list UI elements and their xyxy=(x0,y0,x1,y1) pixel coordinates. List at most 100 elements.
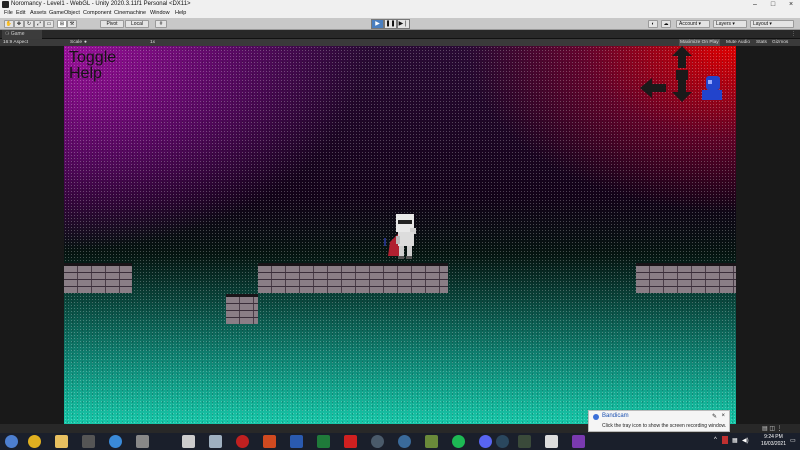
account-dropdown[interactable]: Account ▾ xyxy=(676,20,710,28)
pivot-toggle[interactable]: Pivot xyxy=(100,20,124,28)
maximize-button[interactable]: □ xyxy=(764,0,782,9)
controller-app-icon[interactable] xyxy=(82,435,95,448)
stats-toggle[interactable]: Stats xyxy=(756,39,767,46)
menu-help[interactable]: Help xyxy=(175,9,186,18)
game-tab-icon: ⚆ xyxy=(5,31,10,37)
rect-icon: ▭ xyxy=(46,21,52,27)
local-toggle[interactable]: Local xyxy=(125,20,149,28)
spotify-icon[interactable] xyxy=(452,435,465,448)
recorder-app-icon[interactable] xyxy=(236,435,249,448)
network-app-icon[interactable] xyxy=(109,435,122,448)
move-tool-button[interactable]: ✥ xyxy=(14,20,24,28)
chat-app-icon[interactable] xyxy=(182,435,195,448)
powerpoint-icon[interactable] xyxy=(263,435,276,448)
terminal-app-icon[interactable] xyxy=(518,435,531,448)
scale-tool-button[interactable]: ⤢ xyxy=(34,20,44,28)
menu-file[interactable]: File xyxy=(4,9,13,18)
pen-app-icon[interactable] xyxy=(136,435,149,448)
arrow-left-icon xyxy=(640,78,666,98)
chrome-icon[interactable] xyxy=(28,435,41,448)
tab-game[interactable]: ⚆ Game xyxy=(2,30,42,39)
bandicam-notification[interactable]: Bandicam Click the tray icon to show the… xyxy=(588,410,730,432)
chevron-down-icon: ▾ xyxy=(769,21,772,27)
hand-tool-button[interactable]: ✋ xyxy=(4,20,14,28)
cloud-icon: ☁ xyxy=(663,21,669,27)
headphone-app-icon[interactable] xyxy=(371,435,384,448)
visual-studio-icon[interactable] xyxy=(572,435,585,448)
scale-icon: ⤢ xyxy=(36,21,41,27)
excel-icon[interactable] xyxy=(317,435,330,448)
pause-icon: ❚❚ xyxy=(385,21,396,27)
image-app-icon[interactable] xyxy=(209,435,222,448)
cloud-button[interactable]: ☁ xyxy=(661,20,671,28)
rotate-icon: ↻ xyxy=(26,21,32,27)
word-icon[interactable] xyxy=(290,435,303,448)
file-explorer-icon[interactable] xyxy=(55,435,68,448)
start-button-icon[interactable] xyxy=(5,435,18,448)
local-label: Local xyxy=(131,21,143,27)
minecraft-icon[interactable] xyxy=(425,435,438,448)
grid-snap-button[interactable]: # xyxy=(155,20,167,28)
minimize-button[interactable]: – xyxy=(746,0,764,9)
blue-character-icon xyxy=(702,76,722,100)
notification-close-icon[interactable]: × xyxy=(721,413,725,419)
game-view-toolbar: 16:9 Aspect Scale ● 1x Maximize On Play … xyxy=(0,39,800,46)
rect-tool-button[interactable]: ▭ xyxy=(44,20,54,28)
scale-value: 1x xyxy=(150,40,156,45)
notification-settings-icon[interactable]: ✎ xyxy=(712,413,717,420)
window-title: Noromancy - Level1 - WebGL - Unity 2020.… xyxy=(11,1,191,7)
layers-dropdown[interactable]: Layers ▾ xyxy=(713,20,747,28)
step-icon: ▶❘ xyxy=(398,21,409,27)
platform-right xyxy=(636,263,736,293)
chevron-down-icon: ▾ xyxy=(732,21,735,27)
layout-dropdown[interactable]: Layout ▾ xyxy=(750,20,794,28)
layout-label: Layout xyxy=(753,21,769,27)
volume-tray-icon[interactable]: ◀) xyxy=(742,437,749,444)
status-icons[interactable]: ▤ ◫ ⋮ xyxy=(762,425,783,432)
steam-icon[interactable] xyxy=(496,435,509,448)
pivot-label: Pivot xyxy=(106,21,118,27)
menu-bar: File Edit Assets GameObject Component Ci… xyxy=(0,9,800,18)
arrow-up-icon xyxy=(672,46,692,68)
sync-app-icon[interactable] xyxy=(398,435,411,448)
notifications-icon[interactable]: ▭ xyxy=(790,437,796,444)
tab-menu-icon[interactable]: ⋮ xyxy=(791,30,796,39)
toggle-help-text[interactable]: Toggle Help xyxy=(69,50,116,82)
controls-center xyxy=(676,70,688,80)
game-viewport[interactable]: Toggle Help xyxy=(64,46,736,424)
bandicam-tray-icon[interactable] xyxy=(722,436,728,444)
collab-icon: ◐ xyxy=(651,21,655,27)
network-tray-icon[interactable]: ▦ xyxy=(732,437,738,444)
menu-window[interactable]: Window xyxy=(150,9,170,18)
transform-tool-button[interactable]: ⊞ xyxy=(57,20,67,28)
discord-icon[interactable] xyxy=(479,435,492,448)
tray-chevron-icon[interactable]: ^ xyxy=(714,437,717,443)
pause-button[interactable]: ❚❚ xyxy=(384,19,397,29)
close-button[interactable]: × xyxy=(782,0,800,9)
menu-gameobject[interactable]: GameObject xyxy=(49,9,80,18)
gizmos-dropdown[interactable]: Gizmos xyxy=(772,39,788,46)
maximize-on-play-toggle[interactable]: Maximize On Play xyxy=(679,39,720,46)
step-button[interactable]: ▶❘ xyxy=(397,19,410,29)
menu-assets[interactable]: Assets xyxy=(30,9,47,18)
unity-taskbar-icon[interactable] xyxy=(545,435,558,448)
tab-bar: ⚆ Game ⋮ xyxy=(0,30,800,39)
notification-title: Bandicam xyxy=(602,413,629,419)
play-button[interactable]: ▶ xyxy=(371,19,384,29)
taskbar-clock[interactable]: 9:24 PM 16/03/2021 xyxy=(761,434,786,448)
rotate-tool-button[interactable]: ↻ xyxy=(24,20,34,28)
notification-message: Click the tray icon to show the screen r… xyxy=(602,423,727,429)
platform-left xyxy=(64,263,132,293)
collab-button[interactable]: ◐ xyxy=(648,20,658,28)
aspect-dropdown[interactable]: 16:9 Aspect xyxy=(3,39,28,46)
tab-game-label: Game xyxy=(10,31,25,37)
grid-icon: # xyxy=(159,21,163,27)
menu-edit[interactable]: Edit xyxy=(16,9,25,18)
menu-cinemachine[interactable]: Cinemachine xyxy=(114,9,146,18)
acrobat-icon[interactable] xyxy=(344,435,357,448)
mute-audio-toggle[interactable]: Mute Audio xyxy=(726,39,750,46)
custom-tool-button[interactable]: ⚒ xyxy=(67,20,77,28)
menu-component[interactable]: Component xyxy=(83,9,111,18)
chevron-down-icon: ▾ xyxy=(698,21,701,27)
scale-slider-handle[interactable]: ● xyxy=(84,39,87,46)
